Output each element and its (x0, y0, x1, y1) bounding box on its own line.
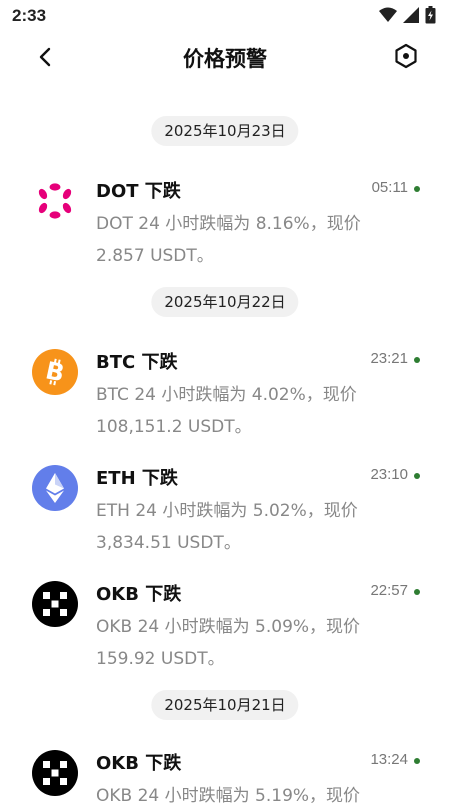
alert-title: OKB 下跌 (96, 584, 182, 605)
status-time: 2:33 (12, 6, 47, 25)
alert-item-btc[interactable]: B BTC 下跌 23:21 BTC 24 小时跌幅为 4.02%，现价 108… (0, 342, 450, 442)
unread-dot (414, 473, 420, 479)
battery-icon (425, 6, 436, 28)
alert-time: 05:11 (371, 179, 408, 196)
alert-item-eth[interactable]: ETH 下跌 23:10 ETH 24 小时跌幅为 5.02%，现价 3,834… (0, 458, 450, 558)
okb-logo-icon (32, 750, 78, 796)
app-header: 价格预警 (0, 32, 450, 84)
signal-icon (403, 7, 419, 27)
alert-item-okb[interactable]: OKB 下跌 13:24 OKB 24 小时跌幅为 5.19%，现价 (0, 743, 450, 806)
alert-time: 22:57 (370, 582, 408, 599)
unread-dot (414, 357, 420, 363)
alert-description: ETH 24 小时跌幅为 5.02%，现价 3,834.51 USDT。 (96, 501, 358, 553)
bitcoin-logo-icon: B (32, 349, 78, 395)
alert-description: OKB 24 小时跌幅为 5.19%，现价 (96, 786, 361, 806)
alert-description: OKB 24 小时跌幅为 5.09%，现价 159.92 USDT。 (96, 617, 361, 669)
alert-time: 13:24 (370, 751, 408, 768)
page-title: 价格预警 (183, 47, 267, 71)
alert-description: BTC 24 小时跌幅为 4.02%，现价 108,151.2 USDT。 (96, 385, 357, 437)
alert-description: DOT 24 小时跌幅为 8.16%，现价 2.857 USDT。 (96, 214, 361, 266)
unread-dot (414, 186, 420, 192)
alert-title: DOT 下跌 (96, 181, 181, 202)
alert-title: BTC 下跌 (96, 352, 178, 373)
date-chip: 2025年10月23日 (151, 116, 299, 146)
settings-button[interactable] (388, 40, 424, 76)
alert-time: 23:10 (370, 466, 408, 483)
unread-dot (414, 589, 420, 595)
alert-item-okb[interactable]: OKB 下跌 22:57 OKB 24 小时跌幅为 5.09%，现价 159.9… (0, 574, 450, 674)
alert-time: 23:21 (370, 350, 408, 367)
status-icons (379, 6, 436, 28)
alert-title: ETH 下跌 (96, 468, 178, 489)
date-chip: 2025年10月22日 (151, 287, 299, 317)
wifi-icon (379, 7, 397, 27)
date-chip: 2025年10月21日 (151, 690, 299, 720)
alert-title: OKB 下跌 (96, 753, 182, 774)
ethereum-logo-icon (32, 465, 78, 511)
alert-item-dot[interactable]: DOT 下跌 05:11 DOT 24 小时跌幅为 8.16%，现价 2.857… (0, 171, 450, 271)
status-bar: 2:33 (0, 0, 450, 32)
polkadot-logo-icon (32, 178, 78, 224)
unread-dot (414, 758, 420, 764)
okb-logo-icon (32, 581, 78, 627)
hexagon-settings-icon (393, 43, 419, 73)
